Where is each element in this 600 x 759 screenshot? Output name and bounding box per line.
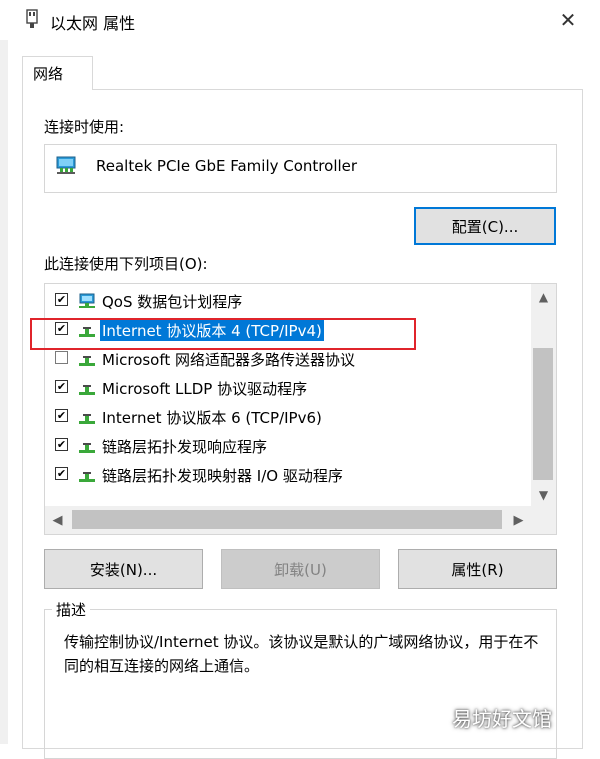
qos-scheduler-icon [79, 293, 95, 308]
vertical-scrollbar[interactable]: ▲ ▼ [531, 284, 556, 506]
uninstall-button[interactable]: 卸载(U) [221, 549, 380, 589]
configure-button[interactable]: 配置(C)... [414, 207, 556, 245]
properties-button[interactable]: 属性(R) [398, 549, 557, 589]
scroll-left-icon[interactable]: ◀ [45, 506, 70, 534]
checkbox[interactable]: ✔ [55, 438, 68, 451]
adapter-field: Realtek PCIe GbE Family Controller [44, 144, 557, 193]
network-protocol-icon [79, 443, 95, 453]
list-item[interactable]: ✔ QoS 数据包计划程序 [45, 286, 531, 315]
checkbox[interactable]: ✔ [55, 409, 68, 422]
vertical-scroll-thumb[interactable] [533, 348, 553, 480]
close-button[interactable]: ✕ [553, 6, 583, 34]
configure-button-label: 配置(C)... [451, 217, 519, 236]
title-bar: 以太网 属性 ✕ [0, 0, 600, 40]
list-item[interactable]: ✔ Internet 协议版本 6 (TCP/IPv6) [45, 402, 531, 431]
checkbox[interactable] [55, 351, 68, 364]
network-protocol-icon [79, 356, 95, 366]
scroll-up-icon[interactable]: ▲ [531, 286, 556, 308]
items-label: 此连接使用下列项目(O): [44, 255, 208, 273]
uninstall-button-label: 卸载(U) [274, 560, 327, 579]
background-window-edge [0, 40, 8, 744]
list-item[interactable]: ✔ 链路层拓扑发现映射器 I/O 驱动程序 [45, 460, 531, 489]
red-highlight-box [30, 318, 416, 350]
adapter-name: Realtek PCIe GbE Family Controller [96, 157, 358, 175]
horizontal-scroll-thumb[interactable] [72, 510, 502, 529]
horizontal-scrollbar[interactable]: ◀ ▶ [45, 506, 531, 534]
scroll-right-icon[interactable]: ▶ [506, 506, 531, 534]
checkbox[interactable]: ✔ [55, 467, 68, 480]
list-item-label: 链路层拓扑发现响应程序 [102, 438, 268, 456]
list-item-label: Internet 协议版本 6 (TCP/IPv6) [102, 409, 322, 427]
connect-using-label: 连接时使用: [44, 118, 125, 136]
network-protocol-icon [79, 414, 95, 424]
tab-label: 网络 [33, 65, 64, 83]
list-item-label: 链路层拓扑发现映射器 I/O 驱动程序 [102, 467, 343, 485]
list-item-label: QoS 数据包计划程序 [102, 293, 243, 311]
network-protocol-icon [79, 385, 95, 395]
install-button[interactable]: 安装(N)... [44, 549, 203, 589]
list-item[interactable]: ✔ 链路层拓扑发现响应程序 [45, 431, 531, 460]
network-protocol-icon [79, 472, 95, 482]
close-icon: ✕ [559, 8, 577, 32]
properties-button-label: 属性(R) [451, 560, 504, 579]
tab-network[interactable]: 网络 [22, 56, 93, 90]
list-item[interactable]: ✔ Microsoft LLDP 协议驱动程序 [45, 373, 531, 402]
description-text: 传输控制协议/Internet 协议。该协议是默认的广域网络协议，用于在不同的相… [64, 633, 539, 675]
scrollbar-corner [531, 506, 556, 534]
network-adapter-icon [26, 9, 38, 28]
list-item-label: Microsoft 网络适配器多路传送器协议 [102, 351, 356, 369]
install-button-label: 安装(N)... [89, 560, 158, 579]
window-title: 以太网 属性 [50, 14, 136, 33]
watermark: 易坊好文馆 [452, 707, 552, 731]
scroll-down-icon[interactable]: ▼ [531, 484, 556, 506]
network-card-icon [56, 156, 76, 174]
description-title: 描述 [52, 599, 91, 620]
list-item-label: Microsoft LLDP 协议驱动程序 [102, 380, 308, 398]
checkbox[interactable]: ✔ [55, 380, 68, 393]
checkbox[interactable]: ✔ [55, 293, 68, 306]
